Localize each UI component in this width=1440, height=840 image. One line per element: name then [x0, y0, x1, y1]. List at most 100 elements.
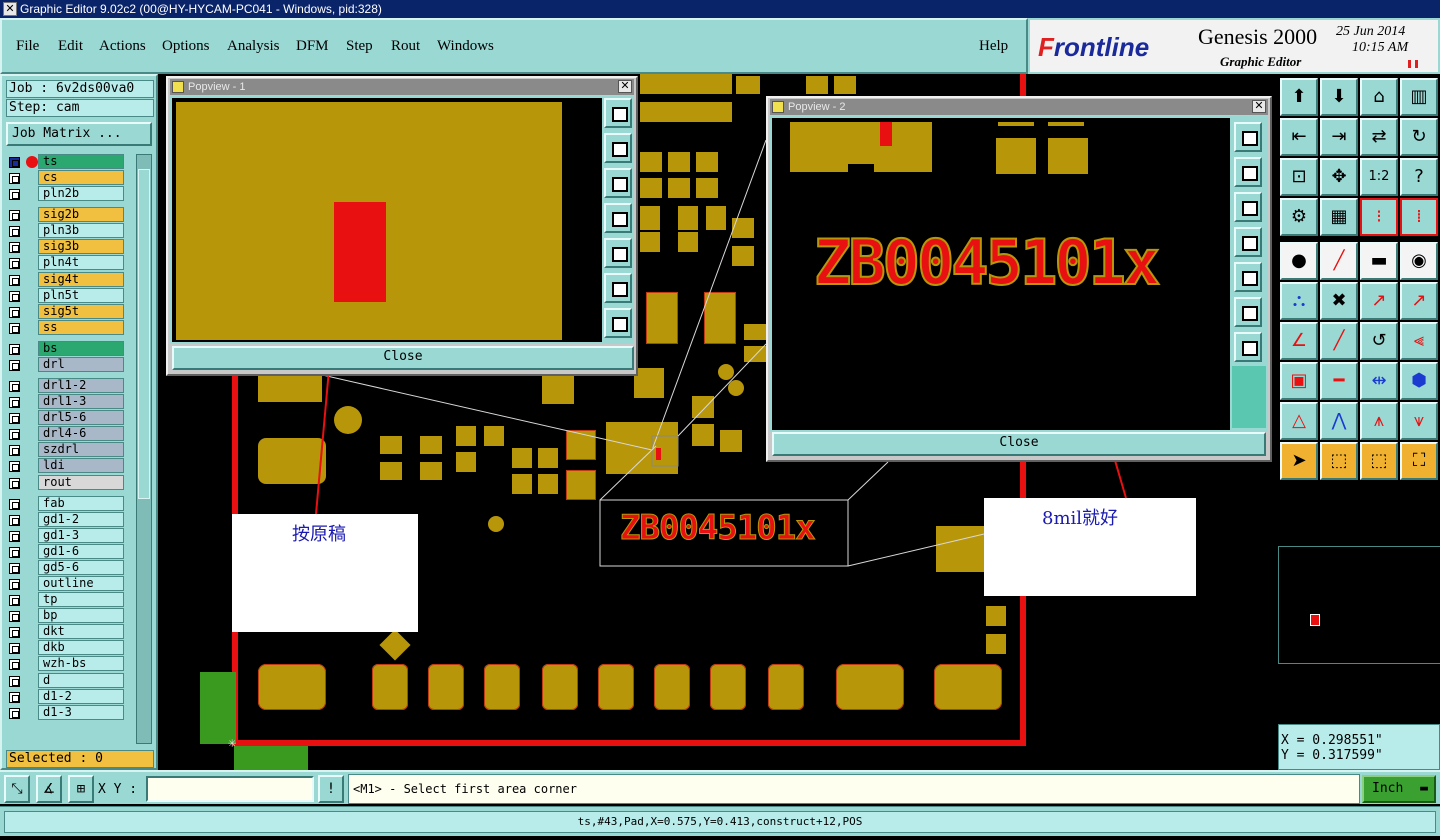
- layer-down-icon[interactable]: ⬇: [1320, 78, 1358, 116]
- select-pointer-icon[interactable]: ➤: [1280, 442, 1318, 480]
- layer-name[interactable]: wzh-bs: [38, 656, 124, 672]
- scale-button[interactable]: 1:2: [1360, 158, 1398, 196]
- copy-feature-icon[interactable]: ↗: [1400, 282, 1438, 320]
- select-net-icon[interactable]: ⛶: [1400, 442, 1438, 480]
- layer-checkbox[interactable]: [9, 611, 20, 623]
- layer-checkbox[interactable]: [9, 322, 20, 334]
- layer-row[interactable]: d1-2: [6, 688, 126, 705]
- grid-snap-icon[interactable]: ⊞: [68, 775, 94, 803]
- layer-name[interactable]: sig5t: [38, 303, 124, 319]
- add-line-icon[interactable]: ╱: [1320, 242, 1358, 280]
- layer-name[interactable]: sig4t: [38, 271, 124, 287]
- layer-row[interactable]: drl4-6: [6, 426, 126, 442]
- zoom-out-icon[interactable]: [604, 273, 632, 303]
- layer-name[interactable]: bs: [38, 340, 124, 356]
- layer-row[interactable]: ts: [6, 154, 126, 170]
- layer-row[interactable]: wzh-bs: [6, 656, 126, 672]
- xy-input[interactable]: [146, 776, 314, 802]
- layer-row[interactable]: bp: [6, 608, 126, 624]
- select-box-icon[interactable]: ⬚: [1360, 442, 1398, 480]
- layer-name[interactable]: sig3b: [38, 239, 124, 255]
- layer-name[interactable]: dkb: [38, 640, 124, 656]
- layer-name[interactable]: outline: [38, 575, 124, 591]
- layer-row[interactable]: d: [6, 672, 126, 689]
- layer-checkbox[interactable]: [9, 343, 20, 355]
- layer-checkbox[interactable]: [9, 189, 20, 201]
- layer-name[interactable]: drl: [38, 356, 124, 372]
- rotate-icon[interactable]: ↺: [1360, 322, 1398, 360]
- triangle-icon[interactable]: △: [1280, 402, 1318, 440]
- pan-up-icon[interactable]: [604, 133, 632, 163]
- menu-rout[interactable]: Rout: [391, 38, 420, 55]
- layer-row[interactable]: drl1-2: [6, 377, 126, 394]
- layer-row[interactable]: dkb: [6, 640, 126, 656]
- snap-icon[interactable]: ⁝: [1360, 198, 1398, 236]
- layer-name[interactable]: drl4-6: [38, 426, 124, 442]
- menu-file[interactable]: File: [16, 38, 39, 55]
- layer-name[interactable]: cs: [38, 170, 124, 186]
- pan-left-icon[interactable]: [604, 203, 632, 233]
- layer-checkbox[interactable]: [9, 595, 20, 607]
- layer-row[interactable]: ldi: [6, 458, 126, 474]
- zoom-fit-icon[interactable]: [1234, 122, 1262, 152]
- unit-selector[interactable]: Inch ▬: [1362, 775, 1436, 803]
- zoom-area-icon[interactable]: ⤡: [4, 775, 30, 803]
- angle-icon[interactable]: ∠: [1280, 322, 1318, 360]
- layer-row[interactable]: cs: [6, 170, 126, 186]
- layer-name[interactable]: sig2b: [38, 207, 124, 223]
- zoom-out-icon[interactable]: [1234, 297, 1262, 327]
- layer-checkbox[interactable]: [9, 530, 20, 542]
- layer-checkbox[interactable]: [9, 514, 20, 526]
- pad-edit-icon[interactable]: ▣: [1280, 362, 1318, 400]
- popview-2-close-button[interactable]: Close: [772, 432, 1266, 456]
- layer-checkbox[interactable]: [9, 242, 20, 254]
- layer-checkbox[interactable]: [9, 578, 20, 590]
- menu-analysis[interactable]: Analysis: [227, 38, 280, 55]
- layer-name[interactable]: pln3b: [38, 223, 124, 239]
- layer-name[interactable]: pln4t: [38, 255, 124, 271]
- redraw-icon[interactable]: ↻: [1400, 118, 1438, 156]
- layer-name[interactable]: gd5-6: [38, 559, 124, 575]
- layer-name[interactable]: ts: [38, 154, 124, 169]
- layer-row[interactable]: gd5-6: [6, 559, 126, 576]
- pan-down-icon[interactable]: [1234, 192, 1262, 222]
- layer-row[interactable]: gd1-3: [6, 527, 126, 544]
- layer-row[interactable]: sig3b: [6, 239, 126, 255]
- menu-dfm[interactable]: DFM: [296, 38, 329, 55]
- layer-checkbox[interactable]: [9, 226, 20, 238]
- pause-icon[interactable]: [1408, 60, 1418, 68]
- layer-checkbox[interactable]: [9, 210, 20, 222]
- menu-options[interactable]: Options: [162, 38, 210, 55]
- swap-icon[interactable]: ⇄: [1360, 118, 1398, 156]
- layer-name[interactable]: drl1-3: [38, 394, 124, 410]
- layer-scrollbar[interactable]: [136, 154, 152, 744]
- layer-checkbox[interactable]: [9, 498, 20, 510]
- pan-down-icon[interactable]: [604, 168, 632, 198]
- layer-name[interactable]: dkt: [38, 624, 124, 640]
- layer-row[interactable]: dkt: [6, 624, 126, 640]
- menu-help[interactable]: Help: [979, 38, 1008, 55]
- layer-name[interactable]: gd1-3: [38, 527, 124, 543]
- overview-map[interactable]: [1278, 484, 1440, 724]
- layer-name[interactable]: pln2b: [38, 186, 124, 202]
- layer-checkbox[interactable]: [9, 274, 20, 286]
- layer-checkbox[interactable]: [9, 306, 20, 318]
- measure-icon[interactable]: ⚙: [1280, 198, 1318, 236]
- pan-up-icon[interactable]: [1234, 157, 1262, 187]
- layer-name[interactable]: ldi: [38, 458, 124, 474]
- layer-name[interactable]: gd1-6: [38, 543, 124, 559]
- layer-checkbox[interactable]: [9, 258, 20, 270]
- layer-checkbox[interactable]: [9, 675, 20, 687]
- layer-checkbox[interactable]: [9, 707, 20, 719]
- close-icon[interactable]: ✕: [618, 80, 632, 93]
- shape-icon[interactable]: ⬢: [1400, 362, 1438, 400]
- pan-right-icon[interactable]: [1234, 262, 1262, 292]
- layer-name[interactable]: gd1-2: [38, 511, 124, 527]
- layer-row[interactable]: pln3b: [6, 223, 126, 239]
- layer-row[interactable]: d1-3: [6, 704, 126, 721]
- layer-row[interactable]: bs: [6, 340, 126, 357]
- layer-checkbox[interactable]: [9, 429, 20, 441]
- popview-2-view[interactable]: ZB0045101x: [772, 118, 1230, 430]
- layer-name[interactable]: drl1-2: [38, 377, 124, 393]
- info-icon[interactable]: !: [318, 775, 344, 803]
